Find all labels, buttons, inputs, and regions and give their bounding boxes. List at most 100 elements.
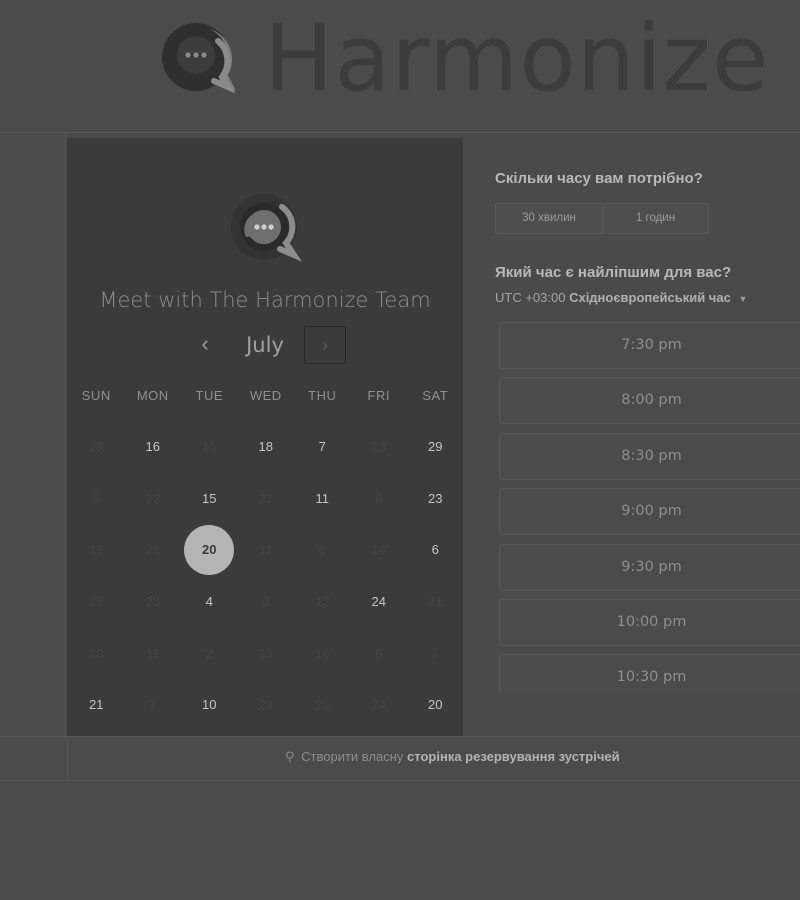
footer-prefix: Створити власну (301, 749, 404, 764)
create-booking-page-link[interactable]: ⚲ Створити власну сторінка резервування … (285, 749, 620, 765)
available-day[interactable]: 29 (407, 421, 464, 473)
unavailable-day: 24 (238, 679, 295, 731)
unavailable-day: 13 (68, 524, 125, 576)
unavailable-day: 11 (125, 628, 182, 680)
day-number: 16 (315, 645, 330, 661)
unavailable-day: 22 (125, 473, 182, 525)
weekday-label: SUN (81, 388, 111, 403)
time-slot-button[interactable]: 8:30 pm (499, 432, 800, 480)
timezone-name: Східноєвропейський час (569, 290, 731, 305)
time-question: Який час є найліпшим для вас? (495, 264, 732, 281)
unavailable-day: 21 (125, 524, 182, 576)
timezone-selector[interactable]: UTC +03:00 Східноєвропейський час ▼ (495, 290, 747, 305)
unavailable-day: 14 (351, 524, 408, 576)
unavailable-day: 31 (407, 576, 464, 628)
day-number: 24 (371, 594, 386, 610)
time-slot-button[interactable]: 8:00 pm (499, 377, 800, 425)
available-day[interactable]: 15 (181, 473, 238, 525)
available-day[interactable]: 6 (407, 524, 464, 576)
day-number: 11 (315, 490, 330, 506)
day-number: 8 (375, 490, 383, 506)
time-slot-button[interactable]: 10:30 pm (499, 654, 800, 694)
day-number: 7 (318, 439, 326, 454)
day-number: 25 (145, 594, 160, 610)
day-number: 8 (92, 490, 100, 506)
day-number: 29 (428, 439, 443, 454)
day-number: 7 (149, 697, 157, 713)
day-number: 15 (202, 439, 217, 454)
day-number: 23 (371, 439, 386, 454)
time-slot-button[interactable]: 7:30 pm (499, 322, 800, 369)
available-day[interactable]: 20 (407, 679, 464, 731)
unavailable-day: 20 (68, 628, 125, 680)
weekday-label: FRI (367, 388, 390, 403)
unavailable-day: 15 (181, 421, 238, 473)
available-day[interactable]: 18 (238, 421, 295, 473)
month-navigation: ‹ July › (67, 326, 463, 366)
day-number: 8 (318, 542, 326, 558)
weekday-label: MON (136, 388, 169, 403)
unavailable-day: 13 (238, 628, 295, 680)
unavailable-day: 3 (238, 576, 295, 628)
available-day[interactable]: 21 (68, 679, 125, 731)
scheduling-options: Скільки часу вам потрібно? 30 хвилин 1 г… (495, 133, 800, 733)
selected-day[interactable]: 20 (181, 524, 238, 576)
available-day[interactable]: 7 (294, 421, 351, 473)
day-number: 21 (89, 697, 104, 713)
duration-question: Скільки часу вам потрібно? (495, 170, 703, 187)
time-slot-button[interactable]: 9:00 pm (499, 488, 800, 536)
duration-option-30min[interactable]: 30 хвилин (496, 204, 603, 233)
day-number: 23 (428, 490, 443, 506)
available-day[interactable]: 16 (125, 421, 182, 473)
unavailable-day: 25 (68, 576, 125, 628)
day-number: 10 (202, 697, 217, 713)
unavailable-day: 25 (294, 679, 351, 731)
unavailable-day: 8 (294, 524, 351, 576)
day-number: 16 (145, 439, 160, 454)
panel-title: Meet with The Harmonize Team (99, 288, 431, 312)
time-slot-button[interactable]: 10:00 pm (499, 599, 800, 646)
day-number: 6 (431, 542, 439, 558)
chevron-left-icon: ‹ (201, 331, 209, 356)
available-day[interactable]: 4 (181, 576, 238, 628)
day-number: 4 (205, 594, 213, 610)
unavailable-day: 16 (294, 628, 351, 680)
brand-name: Harmonize (264, 5, 770, 112)
day-number: 25 (315, 697, 330, 713)
duration-selector: 30 хвилин 1 годин (495, 203, 709, 234)
footer-link-text: сторінка резервування зустрічей (407, 749, 620, 764)
unavailable-day: 25 (125, 576, 182, 628)
day-number: 3 (262, 594, 270, 610)
available-day[interactable]: 11 (294, 473, 351, 525)
available-day[interactable]: 10 (181, 679, 238, 731)
calendar-grid: 29 16 15 18 7 23 29 8 22 15 31 11 8 23 13 21 20 11 8 14 6 25 2… (67, 421, 463, 731)
unavailable-day: 8 (68, 473, 125, 525)
day-number: 31 (258, 490, 273, 506)
day-number: 12 (315, 594, 330, 610)
duration-option-1hour[interactable]: 1 годин (603, 204, 708, 233)
available-day[interactable]: 24 (351, 576, 408, 628)
time-slot-list[interactable]: 7:30 pm 8:00 pm 8:30 pm 9:00 pm 9:30 pm 10:00… (499, 322, 800, 694)
prev-month-button[interactable]: ‹ (191, 326, 219, 364)
day-number: 25 (89, 594, 104, 610)
weekday-label: THU (308, 388, 337, 403)
weekday-label: TUE (195, 388, 223, 403)
magic-wand-icon: ⚲ (285, 749, 295, 764)
left-strip (0, 133, 66, 781)
unavailable-day: 31 (238, 473, 295, 525)
weekday-header: SUN MON TUE WED THU FRI SAT (67, 388, 463, 403)
day-number: 20 (202, 542, 217, 558)
available-day[interactable]: 23 (407, 473, 464, 525)
caret-down-icon: ▼ (738, 294, 748, 304)
unavailable-day: 12 (294, 576, 351, 628)
time-slot-button[interactable]: 9:30 pm (499, 543, 800, 591)
unavailable-day: 7 (125, 679, 182, 731)
day-number: 20 (89, 645, 104, 661)
day-number: 11 (146, 645, 160, 661)
unavailable-day: 2 (181, 628, 238, 680)
day-number: 14 (371, 542, 386, 558)
day-number: 6 (375, 645, 383, 661)
unavailable-day: 7 (407, 628, 464, 680)
day-number: 2 (205, 645, 213, 661)
next-month-button[interactable]: › (304, 326, 346, 364)
